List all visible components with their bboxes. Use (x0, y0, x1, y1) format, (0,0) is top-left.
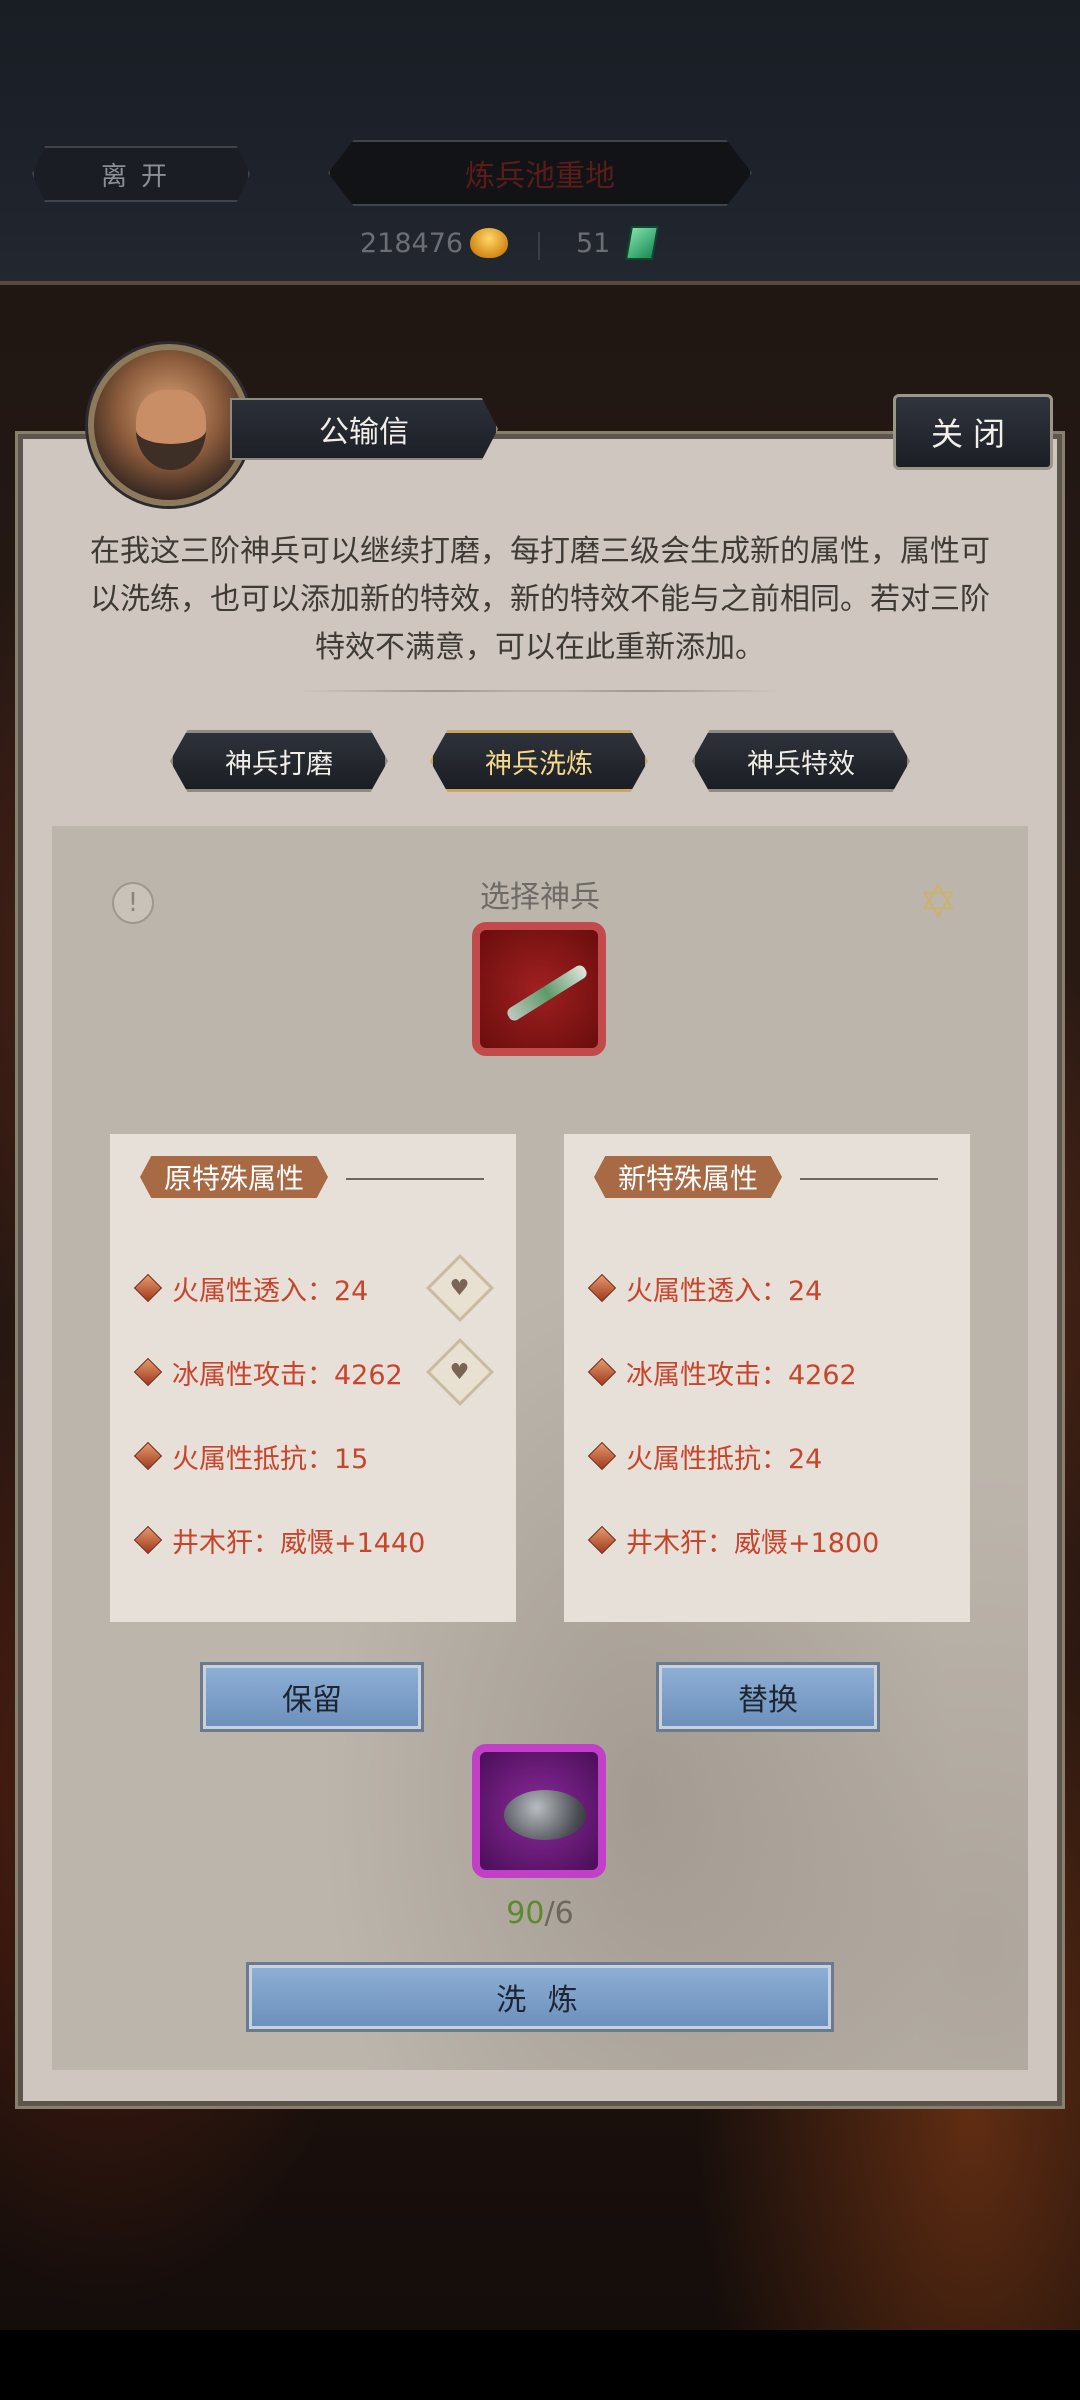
divider-right (500, 690, 780, 692)
lock-icon[interactable]: ♥ (426, 1338, 494, 1406)
old-attr-row: 火属性透入：24 (133, 1268, 368, 1308)
diamond-icon (133, 1441, 163, 1471)
hexagram-icon[interactable]: ✡ (918, 874, 958, 930)
npc-name: 公输信 (230, 398, 498, 460)
header-line (800, 1178, 938, 1180)
refine-stone-icon (504, 1790, 586, 1840)
new-attr-panel: 新特殊属性 火属性透入：24 冰属性攻击：4262 火属性抵抗：24 井木犴：威… (564, 1134, 970, 1622)
diamond-icon (587, 1357, 617, 1387)
new-attr-header: 新特殊属性 (594, 1156, 783, 1198)
intro-text: 在我这三阶神兵可以继续打磨，每打磨三级会生成新的属性，属性可以洗练，也可以添加新… (90, 534, 990, 665)
gold-ingot-icon (470, 228, 508, 258)
diamond-icon (587, 1441, 617, 1471)
new-attr-row: 冰属性攻击：4262 (587, 1352, 857, 1392)
tab-refine[interactable]: 神兵洗炼 (430, 730, 648, 792)
old-attr-row: 井木犴：威慑+1440 (133, 1520, 425, 1560)
npc-face-icon (136, 390, 206, 470)
tab-polish[interactable]: 神兵打磨 (170, 730, 388, 792)
diamond-icon (587, 1525, 617, 1555)
old-attr-row: 冰属性攻击：4262 (133, 1352, 403, 1392)
system-bar (0, 2330, 1080, 2400)
new-attr-row: 井木犴：威慑+1800 (587, 1520, 879, 1560)
weapon-slot[interactable] (472, 922, 606, 1056)
old-attr-panel: 原特殊属性 火属性透入：24 ♥ 冰属性攻击：4262 ♥ 火属性抵抗：15 井… (110, 1134, 516, 1622)
old-attr-header: 原特殊属性 (140, 1156, 329, 1198)
material-slot[interactable] (472, 1744, 606, 1878)
jade-amount: 51 (576, 228, 611, 259)
info-icon[interactable]: ! (112, 882, 154, 924)
weapon-icon (505, 963, 589, 1023)
leave-button[interactable]: 离开 (32, 146, 250, 202)
top-bar: 离开 炼兵池重地 218476 51 (0, 0, 1080, 285)
gold-amount: 218476 (360, 228, 464, 259)
diamond-icon (133, 1357, 163, 1387)
new-attr-row: 火属性抵抗：24 (587, 1436, 822, 1476)
lock-icon[interactable]: ♥ (426, 1254, 494, 1322)
material-count: 90/6 (506, 1896, 574, 1931)
currency-divider (538, 232, 540, 260)
npc-avatar (88, 344, 250, 506)
old-attr-row: 火属性抵抗：15 (133, 1436, 368, 1476)
refine-button[interactable]: 洗 炼 (246, 1962, 834, 2032)
diamond-icon (587, 1273, 617, 1303)
close-button[interactable]: 关闭 (893, 394, 1053, 470)
diamond-icon (133, 1525, 163, 1555)
header-line (346, 1178, 484, 1180)
jade-icon (625, 226, 659, 260)
page-title: 炼兵池重地 (328, 140, 752, 206)
tab-effect[interactable]: 神兵特效 (692, 730, 910, 792)
new-attr-row: 火属性透入：24 (587, 1268, 822, 1308)
select-weapon-label: 选择神兵 (480, 880, 600, 915)
replace-button[interactable]: 替换 (656, 1662, 880, 1732)
keep-button[interactable]: 保留 (200, 1662, 424, 1732)
diamond-icon (133, 1273, 163, 1303)
